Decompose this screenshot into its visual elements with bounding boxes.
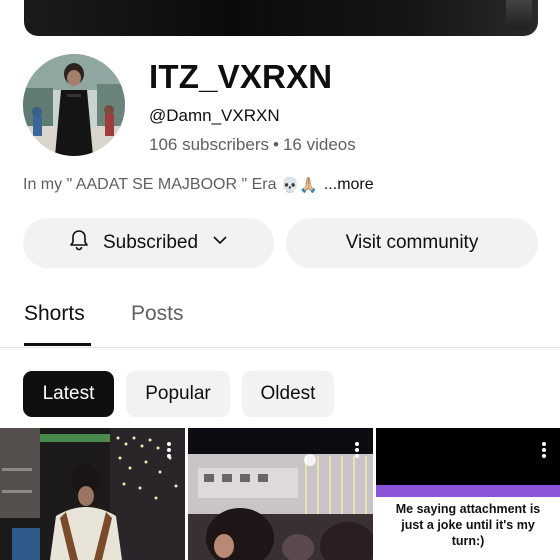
short-caption: Me saying attachment is just a joke unti… [376,485,560,560]
filter-chip-oldest[interactable]: Oldest [242,371,334,417]
stats-separator: • [273,135,279,154]
avatar-image [23,54,125,156]
bell-icon [67,228,91,258]
visit-community-button[interactable]: Visit community [286,218,538,268]
tab-posts[interactable]: Posts [131,302,184,326]
more-vert-icon[interactable] [167,442,171,458]
short-thumbnail[interactable] [0,428,185,560]
subscriber-count: 106 subscribers [149,135,270,154]
channel-avatar[interactable] [23,54,125,156]
more-link[interactable]: ...more [324,176,374,194]
short-thumbnail[interactable]: Me saying attachment is just a joke unti… [376,428,560,560]
subscribed-button[interactable]: Subscribed [23,218,274,268]
channel-name: ITZ_VXRXN [149,58,333,95]
filter-chip-latest[interactable]: Latest [23,371,114,417]
short-thumbnail-image [188,428,373,560]
subscribed-label: Subscribed [102,232,199,253]
more-vert-icon[interactable] [355,442,359,458]
description-text: In my " AADAT SE MAJBOOR " Era [23,176,277,193]
channel-handle: @Damn_VXRXN [149,106,280,125]
tab-selected-indicator [24,343,91,346]
filter-chip-popular[interactable]: Popular [126,371,230,417]
channel-banner [24,0,538,36]
channel-description[interactable]: In my " AADAT SE MAJBOOR " Era 💀🙏🏼 ...mo… [23,176,374,194]
description-emojis: 💀🙏🏼 [280,177,318,194]
channel-stats: 106 subscribers • 16 videos [149,135,356,155]
short-thumbnail[interactable] [188,428,373,560]
chevron-down-icon [210,230,230,256]
more-vert-icon[interactable] [542,442,546,458]
short-thumbnail-image [0,428,185,560]
channel-tabs: Shorts Posts [0,296,560,348]
video-count: 16 videos [282,135,356,154]
tab-shorts[interactable]: Shorts [24,302,85,326]
